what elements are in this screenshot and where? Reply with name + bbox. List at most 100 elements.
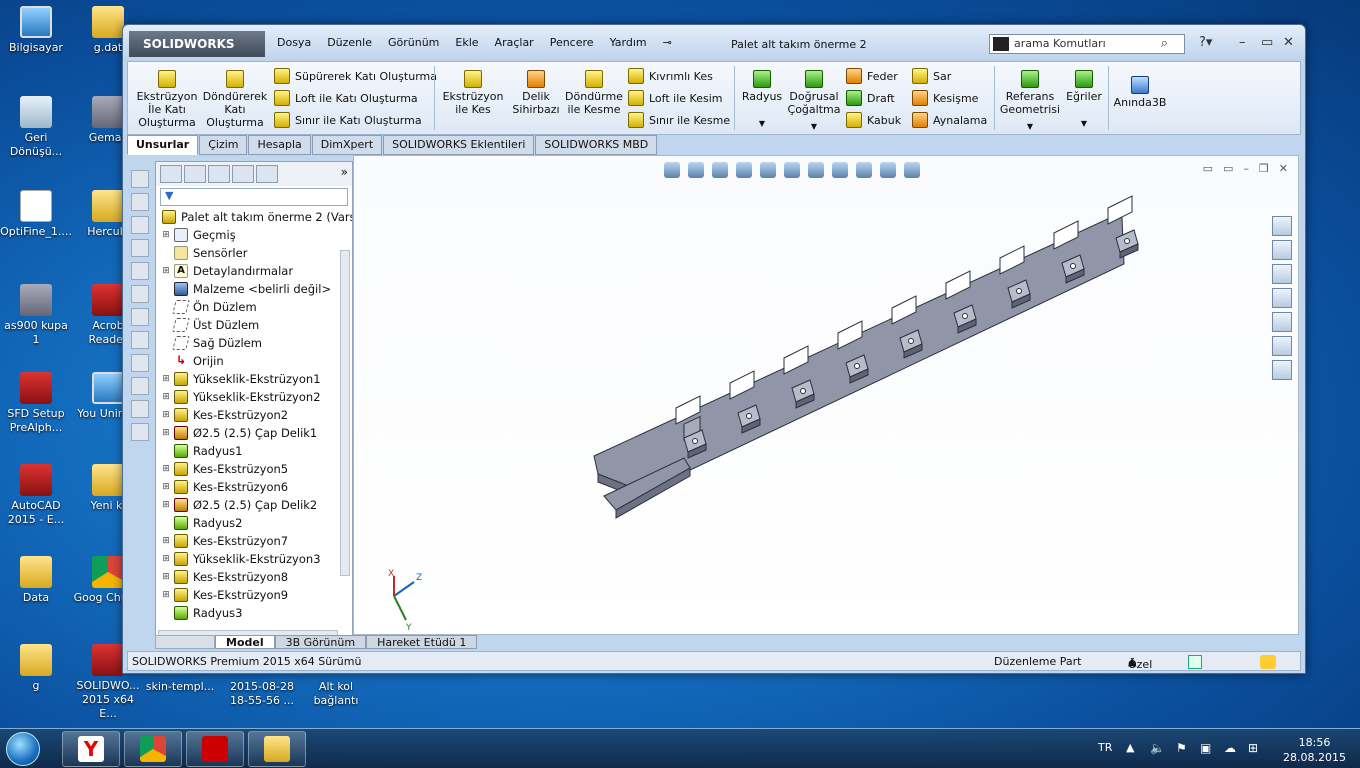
- tree-item[interactable]: ⊞ Kes-Ekstrüzyon7: [160, 532, 352, 550]
- sketch-icon[interactable]: [131, 331, 149, 349]
- tree-item[interactable]: ⊞ Kes-Ekstrüzyon8: [160, 568, 352, 586]
- tree-item[interactable]: ⊞ Ø2.5 (2.5) Çap Delik2: [160, 496, 352, 514]
- chevron-down-icon[interactable]: ▼: [1064, 117, 1104, 130]
- tree-item[interactable]: Ön Düzlem: [160, 298, 352, 316]
- tree-item[interactable]: ⊞ Yükseklik-Ekstrüzyon2: [160, 388, 352, 406]
- expand-panel-icon[interactable]: »: [341, 165, 348, 183]
- tray-arrow-icon[interactable]: ▲: [1126, 741, 1134, 754]
- tree-item[interactable]: ↳ Orijin: [160, 352, 352, 370]
- rebuild-icon[interactable]: [1260, 655, 1276, 669]
- tab-cizim[interactable]: Çizim: [199, 135, 248, 155]
- view-cube-icon[interactable]: [131, 308, 149, 326]
- revolved-boss-button[interactable]: Döndürerek Katı Oluşturma: [202, 70, 268, 129]
- reference-geometry-button[interactable]: Referans Geometrisi ▼: [998, 70, 1062, 133]
- expand-icon[interactable]: ⊞: [160, 482, 172, 492]
- shell-button[interactable]: Kabuk: [846, 112, 901, 128]
- expand-icon[interactable]: ⊞: [160, 590, 172, 600]
- flag-icon[interactable]: ⚑: [1176, 741, 1187, 755]
- view-cube-icon[interactable]: [131, 193, 149, 211]
- lofted-cut-button[interactable]: Loft ile Kesim: [628, 90, 722, 106]
- expand-icon[interactable]: ⊞: [160, 410, 172, 420]
- property-manager-tab-icon[interactable]: [184, 165, 206, 183]
- start-button[interactable]: [6, 732, 40, 766]
- tree-item[interactable]: Radyus2: [160, 514, 352, 532]
- tree-item[interactable]: Üst Düzlem: [160, 316, 352, 334]
- tree-vertical-scrollbar[interactable]: [340, 250, 350, 576]
- custom-properties-icon[interactable]: [1272, 336, 1292, 356]
- taskbar-explorer[interactable]: [248, 731, 306, 767]
- view-cube-icon[interactable]: [131, 170, 149, 188]
- home-icon[interactable]: [1272, 216, 1292, 236]
- desktop-icon-optifine[interactable]: OptiFine_1....: [0, 190, 72, 239]
- solidworks-logo[interactable]: SOLIDWORKS: [129, 31, 265, 57]
- desktop-icon-alt-kol[interactable]: Alt kol bağlantı: [300, 680, 372, 708]
- tree-item[interactable]: Sağ Düzlem: [160, 334, 352, 352]
- tree-item[interactable]: Radyus1: [160, 442, 352, 460]
- tree-item[interactable]: Sensörler: [160, 244, 352, 262]
- tree-item[interactable]: ⊞ Geçmiş: [160, 226, 352, 244]
- wrap-button[interactable]: Sar: [912, 68, 951, 84]
- smart-dimension-icon[interactable]: [131, 354, 149, 372]
- restore-button[interactable]: ▭: [1261, 35, 1273, 50]
- cut-extrude-icon[interactable]: [131, 423, 149, 441]
- expand-icon[interactable]: ⊞: [160, 428, 172, 438]
- expand-icon[interactable]: ⊞: [160, 266, 172, 276]
- tab-mbd[interactable]: SOLIDWORKS MBD: [535, 135, 658, 155]
- intersect-button[interactable]: Kesişme: [912, 90, 978, 106]
- expand-icon[interactable]: ⊞: [160, 374, 172, 384]
- desktop-icon-sfd-setup[interactable]: SFD Setup PreAlph...: [0, 372, 72, 435]
- extrude-icon[interactable]: [131, 400, 149, 418]
- tab-3d-views[interactable]: 3B Görünüm: [274, 635, 367, 649]
- desktop-icon-g[interactable]: g: [0, 644, 72, 693]
- language-indicator[interactable]: TR: [1098, 741, 1112, 754]
- menu-dosya[interactable]: Dosya: [269, 33, 319, 52]
- view-cube-icon[interactable]: [131, 262, 149, 280]
- tree-item[interactable]: ⊞ Kes-Ekstrüzyon9: [160, 586, 352, 604]
- network-icon[interactable]: ▣: [1200, 741, 1211, 755]
- configuration-tab-icon[interactable]: [208, 165, 230, 183]
- menu-pencere[interactable]: Pencere: [542, 33, 602, 52]
- tree-root[interactable]: Palet alt takım önerme 2 (Vars: [160, 208, 352, 226]
- desktop-icon-skin-template[interactable]: skin-templ...: [144, 680, 216, 694]
- draft-button[interactable]: Draft: [846, 90, 895, 106]
- menu-duzenle[interactable]: Düzenle: [319, 33, 380, 52]
- view-palette-icon[interactable]: [1272, 360, 1292, 380]
- minimize-button[interactable]: –: [1239, 35, 1246, 50]
- menu-yardim[interactable]: Yardım: [602, 33, 655, 52]
- menu-araclar[interactable]: Araçlar: [487, 33, 542, 52]
- desktop-icon-recycle-bin[interactable]: Geri Dönüşü...: [0, 96, 72, 159]
- taskbar-chrome[interactable]: [124, 731, 182, 767]
- desktop-icon-data[interactable]: Data: [0, 556, 72, 605]
- swept-cut-button[interactable]: Kıvrımlı Kes: [628, 68, 713, 84]
- part-model[interactable]: X Z Y: [354, 156, 1300, 636]
- expand-icon[interactable]: ⊞: [160, 572, 172, 582]
- view-cube-icon[interactable]: [131, 285, 149, 303]
- boundary-cut-button[interactable]: Sınır ile Kesme: [628, 112, 730, 128]
- graphics-area[interactable]: ▭ ▭ – ❐ ✕ X Z Y: [353, 155, 1299, 635]
- tab-model[interactable]: Model: [215, 635, 275, 649]
- rib-button[interactable]: Feder: [846, 68, 898, 84]
- close-button[interactable]: ✕: [1283, 35, 1294, 50]
- design-library-icon[interactable]: [1272, 264, 1292, 284]
- expand-icon[interactable]: ⊞: [160, 392, 172, 402]
- hole-wizard-button[interactable]: Delik Sihirbazı: [508, 70, 564, 116]
- desktop-icon-bilgisayar[interactable]: Bilgisayar: [0, 6, 72, 55]
- linear-pattern-button[interactable]: Doğrusal Çoğaltma ▼: [786, 70, 842, 133]
- revolved-cut-button[interactable]: Döndürme ile Kesme: [564, 70, 624, 116]
- clock[interactable]: 18:56 28.08.2015: [1283, 735, 1346, 765]
- instant3d-button[interactable]: Anında3B: [1112, 76, 1168, 109]
- expand-icon[interactable]: ⊞: [160, 500, 172, 510]
- tree-item[interactable]: ⊞ Kes-Ekstrüzyon2: [160, 406, 352, 424]
- windows-icon[interactable]: ⊞: [1248, 741, 1258, 755]
- extruded-boss-button[interactable]: Ekstrüzyon İle Katı Oluşturma: [134, 70, 200, 129]
- tab-scroll-buttons[interactable]: [155, 635, 215, 649]
- units-selector[interactable]: Özel ▲: [1128, 655, 1152, 671]
- tab-dimxpert[interactable]: DimXpert: [311, 135, 383, 155]
- chevron-down-icon[interactable]: ▼: [998, 120, 1062, 133]
- desktop-icon-video[interactable]: 2015-08-28 18-55-56 ...: [226, 680, 298, 708]
- menu-ekle[interactable]: Ekle: [447, 33, 486, 52]
- tree-item[interactable]: ⊞ Kes-Ekstrüzyon5: [160, 460, 352, 478]
- view-cube-icon[interactable]: [131, 216, 149, 234]
- expand-icon[interactable]: ⊞: [160, 536, 172, 546]
- search-icon[interactable]: ⌕: [1161, 36, 1168, 51]
